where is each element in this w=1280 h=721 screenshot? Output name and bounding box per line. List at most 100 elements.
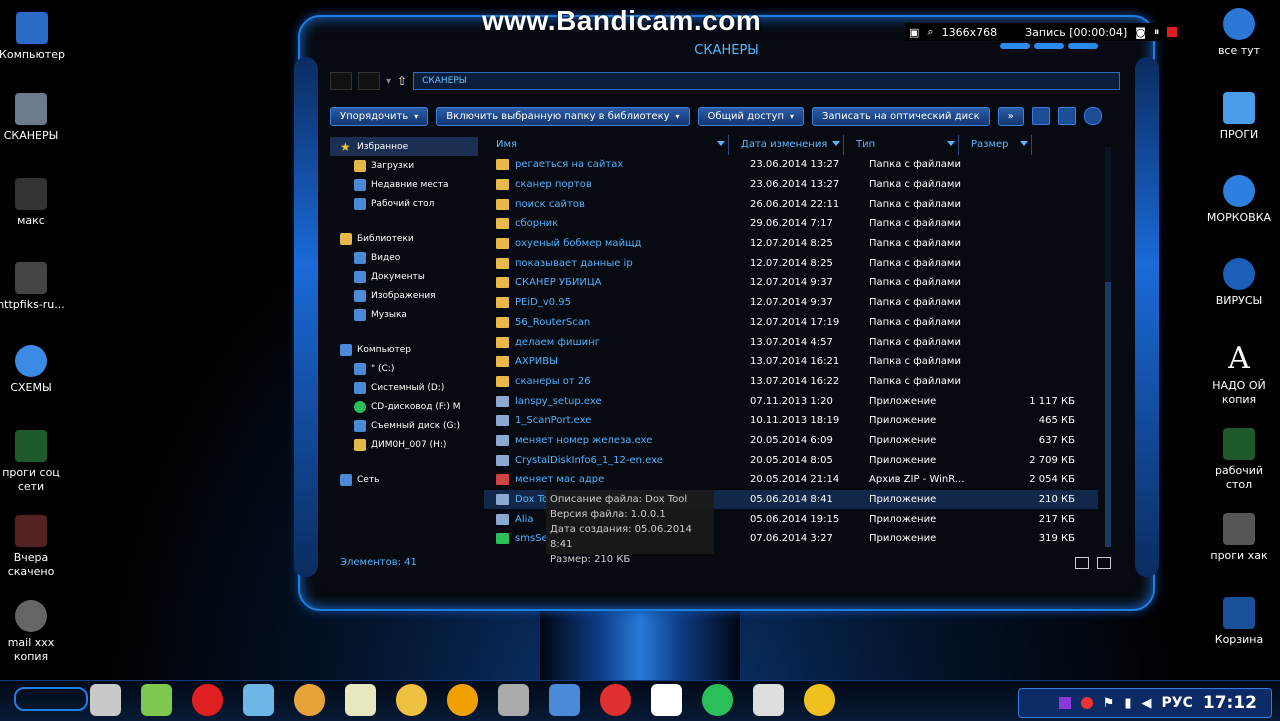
desktop-icon-computer[interactable]: Компьютер <box>0 12 69 62</box>
nav-computer[interactable]: Компьютер <box>330 340 478 359</box>
file-size-cell: 637 КБ <box>1038 434 1075 446</box>
scrollbar-thumb[interactable] <box>1105 282 1111 547</box>
desktop-icon-workdesk[interactable]: рабочий стол <box>1202 428 1276 492</box>
file-row[interactable]: поиск сайтов 26.06.2014 22:11 Папка с файл… <box>484 194 1098 214</box>
pinterest-icon[interactable] <box>600 684 631 716</box>
file-row[interactable]: меняет мас адре 20.05.2014 21:14 Архив ZIP… <box>484 470 1098 490</box>
nav-recent[interactable]: Недавние места <box>330 175 478 194</box>
vertical-scrollbar[interactable] <box>1105 147 1111 547</box>
nav-drive-g[interactable]: Съемный диск (G:) <box>330 416 478 435</box>
desktop-icon-all[interactable]: все тут <box>1202 8 1276 58</box>
file-row[interactable]: сканеры от 26 13.07.2014 16:22 Папка с фай… <box>484 372 1098 392</box>
mail-icon[interactable] <box>702 684 733 716</box>
forward-button[interactable] <box>358 72 380 90</box>
notepad-plus-icon[interactable] <box>345 684 376 716</box>
desktop-icon-mail[interactable]: mail xxx копия <box>0 600 68 664</box>
file-row[interactable]: сборник 29.06.2014 7:17 Папка с файлами <box>484 214 1098 234</box>
desktop-icon-scanners[interactable]: СКАНЕРЫ <box>0 93 68 143</box>
tanks-icon[interactable] <box>498 684 529 716</box>
include-in-library-button[interactable]: Включить выбранную папку в библиотеку ▾ <box>436 106 690 126</box>
column-date[interactable]: Дата изменения <box>729 135 844 155</box>
help-icon[interactable] <box>1083 107 1102 125</box>
flag-icon[interactable]: ⚑ <box>1103 696 1115 711</box>
nav-drive-h[interactable]: ДИМ0Н_007 (H:) <box>330 435 478 454</box>
font-icon[interactable] <box>651 684 682 716</box>
nav-music[interactable]: Музыка <box>330 305 478 324</box>
file-row[interactable]: CrystalDiskInfo6_1_12-en.exe 20.05.2014 8… <box>484 450 1098 470</box>
details-view-icon[interactable] <box>1075 557 1089 569</box>
nav-video[interactable]: Видео <box>330 248 478 267</box>
file-row[interactable]: 1_ScanPort.exe 10.11.2013 18:19 Приложение… <box>484 411 1098 431</box>
desktop-icon-yesterday[interactable]: Вчера скачено <box>0 515 68 579</box>
column-name[interactable]: Имя <box>484 135 729 155</box>
language-indicator[interactable]: РУС <box>1162 695 1193 711</box>
volume-icon[interactable]: ◀ <box>1142 696 1152 711</box>
maximize-button[interactable] <box>1034 43 1064 49</box>
file-row[interactable]: регаеться на сайтах 23.06.2014 13:27 Папка… <box>484 155 1098 175</box>
lemon-icon[interactable] <box>396 684 427 716</box>
column-type[interactable]: Тип <box>844 135 959 155</box>
file-row[interactable]: PEiD_v0.95 12.07.2014 9:37 Папка с файлами <box>484 293 1098 313</box>
desktop-icon-recycle[interactable]: Корзина <box>1202 597 1276 647</box>
file-row[interactable]: сканер портов 23.06.2014 13:27 Папка с фай… <box>484 175 1098 195</box>
camera-icon[interactable]: ◙ <box>1135 26 1146 39</box>
nav-drive-f[interactable]: CD-дисковод (F:) M <box>330 397 478 416</box>
file-row[interactable]: охуеный бобмер майщд 12.07.2014 8:25 Папка… <box>484 234 1098 254</box>
nav-network[interactable]: Сеть <box>330 470 478 489</box>
file-row[interactable]: меняет номер железа.exe 20.05.2014 6:09 Пр… <box>484 431 1098 451</box>
chrome-icon[interactable] <box>294 684 325 716</box>
view-options-icon[interactable] <box>1031 107 1050 125</box>
word-icon[interactable] <box>753 684 784 716</box>
desktop-icon-schemes[interactable]: СХЕМЫ <box>0 345 68 395</box>
sun-icon[interactable] <box>804 684 835 716</box>
network-icon[interactable]: ▮ <box>1124 696 1131 711</box>
desktop-icon-font[interactable]: A НАДО ОЙ копия <box>1202 343 1276 407</box>
nav-favorites[interactable]: ★ Избранное <box>330 137 478 156</box>
file-row[interactable]: АХРИВЫ 13.07.2014 16:21 Папка с файлами <box>484 352 1098 372</box>
large-icons-view-icon[interactable] <box>1097 557 1111 569</box>
share-button[interactable]: Общий доступ ▾ <box>697 106 805 126</box>
column-size[interactable]: Размер <box>959 135 1032 155</box>
notepad-icon[interactable] <box>243 684 274 716</box>
desktop-icon-social[interactable]: проги соц сети <box>0 430 68 494</box>
paint-icon[interactable] <box>90 684 121 716</box>
up-arrow-icon[interactable]: ⇧ <box>397 74 407 88</box>
desktop-icon-httpfiks[interactable]: httpfiks-ru... <box>0 262 68 312</box>
preview-pane-icon[interactable] <box>1057 107 1076 125</box>
file-row[interactable]: СКАНЕР УБИЙЦА 12.07.2014 9:37 Папка с файл… <box>484 273 1098 293</box>
nav-images[interactable]: Изображения <box>330 286 478 305</box>
file-row[interactable]: показывает данные ip 12.07.2014 8:25 Папка… <box>484 253 1098 273</box>
tray-record-icon[interactable] <box>1080 697 1093 709</box>
tray-app-icon[interactable] <box>1058 697 1071 709</box>
back-button[interactable] <box>330 72 352 90</box>
file-row[interactable]: делаем фишинг 13.07.2014 4:57 Папка с файл… <box>484 332 1098 352</box>
desktop-icon-morkovka[interactable]: МОРКОВКА <box>1202 175 1276 225</box>
file-row[interactable]: lanspy_setup.exe 07.11.2013 1:20 Приложени… <box>484 391 1098 411</box>
desktop-icon-progs[interactable]: ПРОГИ <box>1202 92 1276 142</box>
avast-icon[interactable] <box>447 684 478 716</box>
nav-documents[interactable]: Документы <box>330 267 478 286</box>
desktop-icon-hack[interactable]: проги хак <box>1202 513 1276 563</box>
nav-drive-d[interactable]: Системный (D:) <box>330 378 478 397</box>
desktop-icon-maks[interactable]: макс <box>0 178 68 228</box>
organize-button[interactable]: Упорядочить ▾ <box>330 106 429 126</box>
burn-button[interactable]: Записать на оптический диск <box>812 106 990 126</box>
nav-libraries[interactable]: Библиотеки <box>330 229 478 248</box>
more-button[interactable]: » <box>997 106 1024 126</box>
clock[interactable]: 17:12 <box>1203 693 1257 713</box>
start-button[interactable] <box>14 687 88 711</box>
stop-icon[interactable] <box>1167 27 1178 37</box>
pause-icon[interactable]: ⏸ <box>1154 25 1160 39</box>
address-field[interactable]: СКАНЕРЫ <box>413 72 1120 90</box>
record-icon[interactable] <box>192 684 223 716</box>
nav-downloads[interactable]: Загрузки <box>330 156 478 175</box>
close-button[interactable] <box>1068 43 1098 49</box>
chevron-down-icon[interactable]: ▾ <box>386 76 391 87</box>
desktop-icon-viruses[interactable]: ВИРУСЫ <box>1202 258 1276 308</box>
file-row[interactable]: 56_RouterScan 12.07.2014 17:19 Папка с фай… <box>484 313 1098 333</box>
recycle-icon[interactable] <box>141 684 172 716</box>
nav-drive-c[interactable]: " (C:) <box>330 359 478 378</box>
nav-desktop[interactable]: Рабочий стол <box>330 194 478 213</box>
vsd-icon[interactable] <box>549 684 580 716</box>
minimize-button[interactable] <box>1000 43 1030 49</box>
